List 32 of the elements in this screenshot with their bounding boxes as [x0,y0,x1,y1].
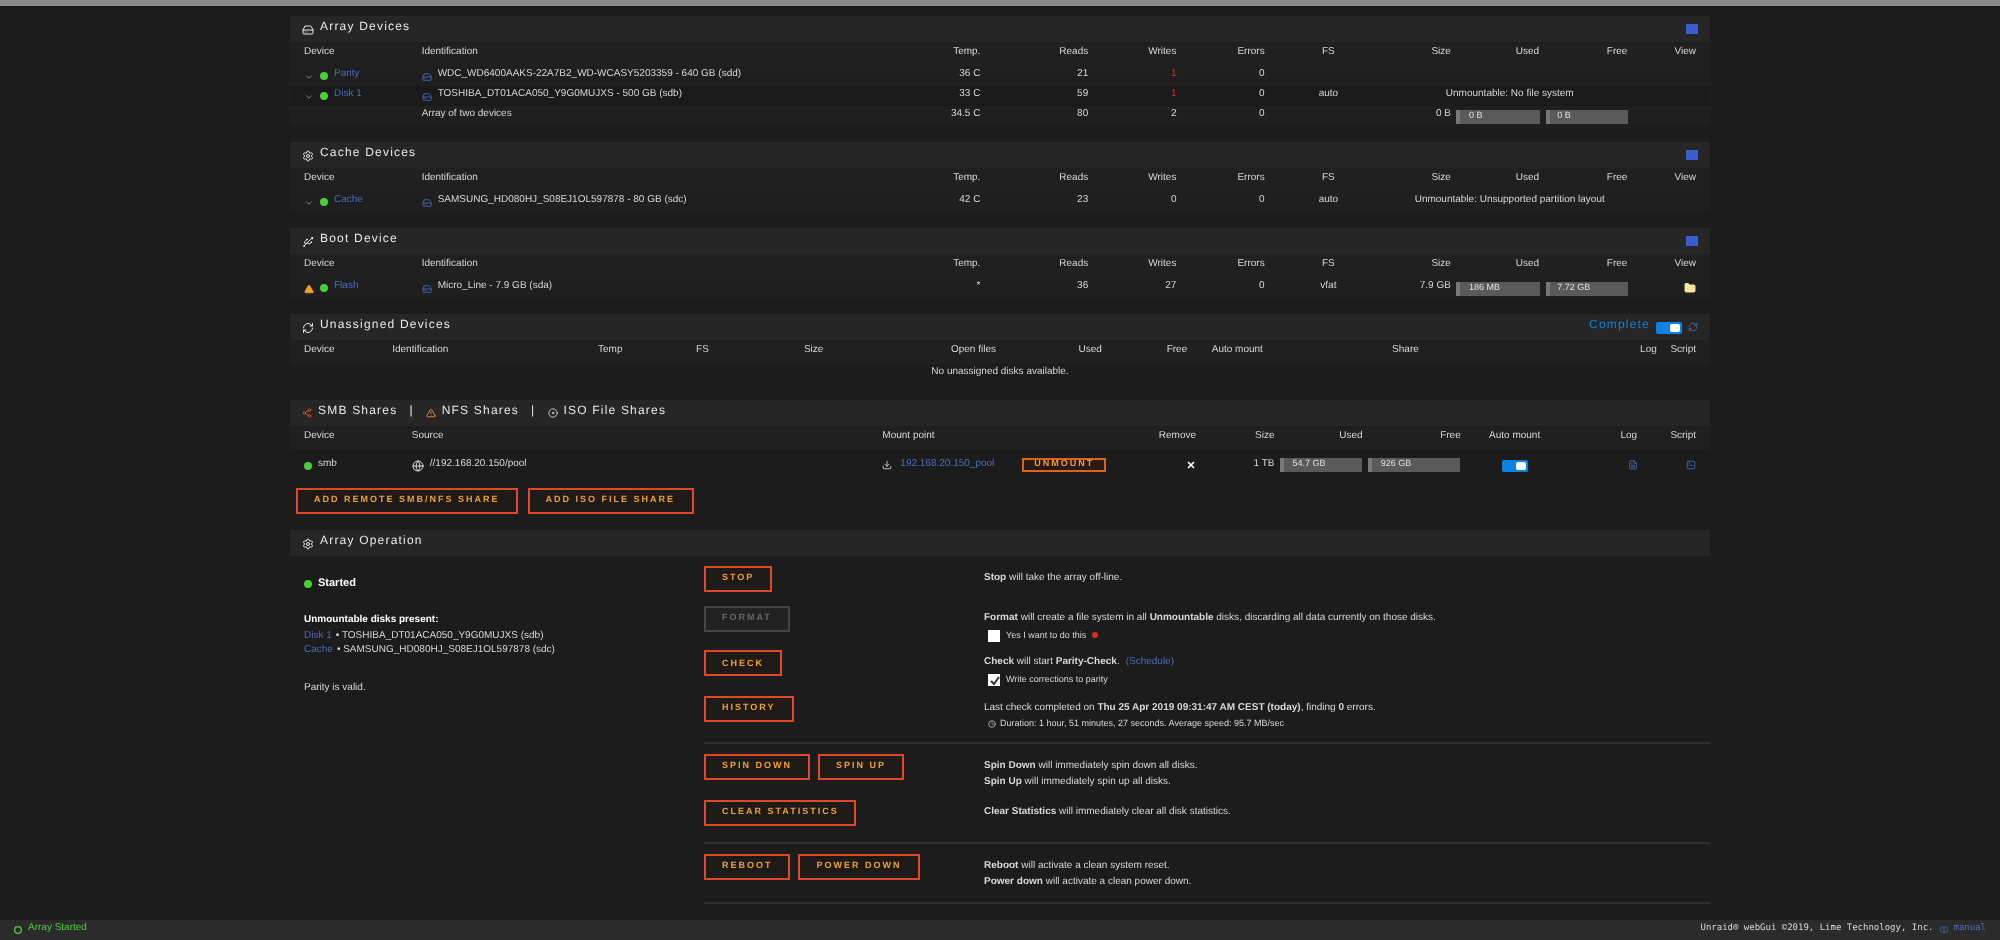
section-icon [302,149,314,161]
view-toggle-icon[interactable] [1686,236,1698,246]
mount-icon [882,460,893,470]
folder-icon[interactable] [1684,282,1696,294]
disk-icon [421,91,432,101]
disk-icon [421,197,432,207]
clock-icon [988,720,996,729]
disk-icon [421,283,432,293]
expand-icon[interactable] [304,91,314,101]
toggle-switch[interactable] [1501,459,1528,471]
globe-icon [411,459,424,471]
log-icon[interactable] [1627,460,1638,470]
disk-icon [421,71,432,81]
section-icon [302,537,314,549]
section-icon [302,321,314,333]
section-icon [302,235,314,247]
expand-icon[interactable] [304,197,314,207]
checkbox[interactable] [988,674,1000,687]
share-icon [302,408,312,418]
refresh-icon[interactable] [1688,322,1698,332]
script-icon[interactable] [1686,460,1696,470]
checkbox[interactable] [988,629,1000,642]
toggle-switch[interactable] [1656,321,1682,333]
manual-icon [1939,926,1948,934]
remove-icon[interactable] [1186,460,1197,470]
array-status-icon [14,926,22,934]
warning-icon [425,408,436,418]
view-toggle-icon[interactable] [1686,24,1698,34]
expand-icon[interactable] [304,71,314,81]
section-icon [302,23,314,35]
view-toggle-icon[interactable] [1686,150,1698,160]
disc-icon [547,408,558,418]
